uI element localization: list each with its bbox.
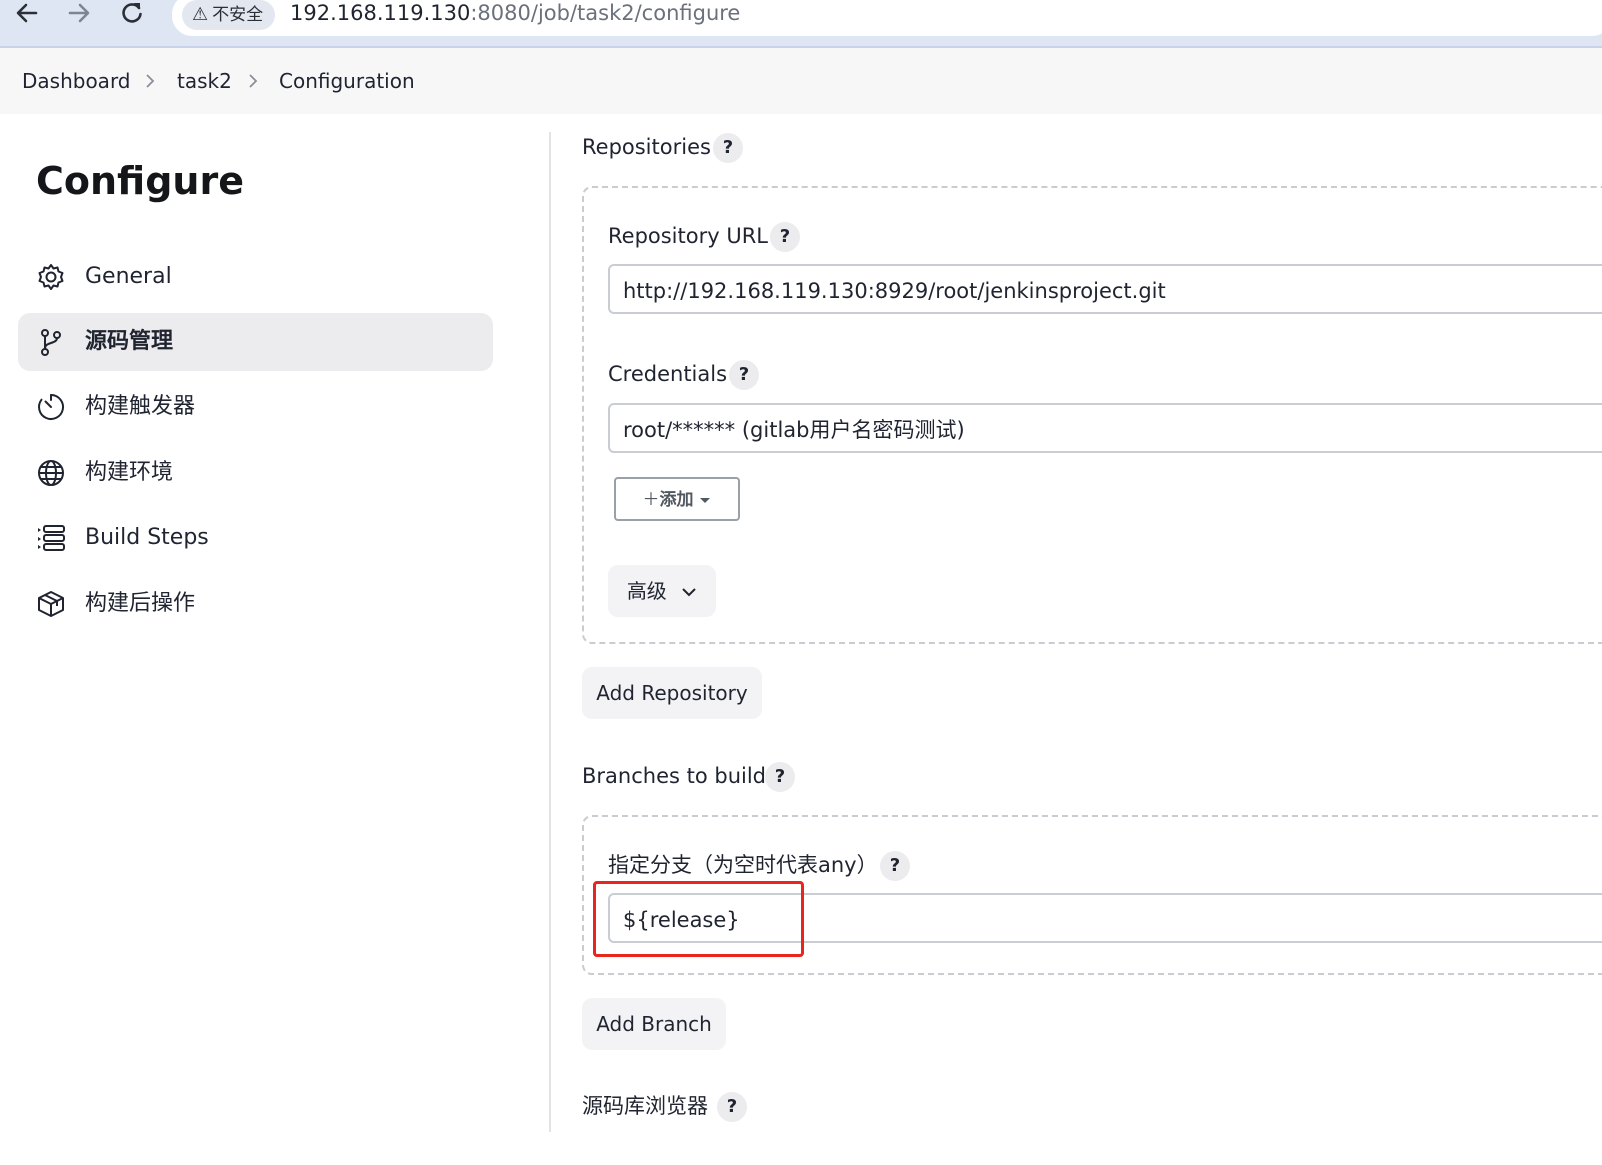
repository-url-label: Repository URL	[608, 224, 769, 248]
plus-icon: ＋	[642, 490, 660, 510]
help-icon[interactable]: ?	[880, 851, 910, 881]
sidebar-item-label: Build Steps	[85, 525, 209, 550]
sidebar-item-build-triggers[interactable]: 构建触发器	[18, 378, 493, 436]
add-button-label: 添加	[659, 490, 694, 510]
credentials-select[interactable]: root/****** (gitlab用户名密码测试)	[608, 403, 1602, 453]
repository-browser-label: 源码库浏览器	[582, 1094, 708, 1118]
branch-specifier-label: 指定分支（为空时代表any）	[608, 853, 878, 877]
package-icon	[36, 589, 66, 619]
advanced-button[interactable]: 高级	[608, 565, 716, 617]
help-icon[interactable]: ?	[717, 1092, 747, 1122]
repository-url-input[interactable]: http://192.168.119.130:8929/root/jenkins…	[608, 264, 1602, 314]
sidebar-item-label: 源码管理	[85, 329, 174, 354]
breadcrumb-task2[interactable]: task2	[177, 68, 232, 94]
security-chip[interactable]: ⚠ 不安全	[182, 0, 276, 30]
annotation-highlight	[593, 881, 804, 957]
advanced-label: 高级	[626, 579, 667, 603]
page-title: Configure	[36, 159, 244, 203]
sidebar-item-label: 构建后操作	[85, 591, 196, 616]
globe-icon	[36, 458, 66, 488]
help-icon[interactable]: ?	[765, 762, 795, 792]
help-icon[interactable]: ?	[770, 222, 800, 252]
timer-icon	[36, 392, 66, 422]
arrow-right-icon[interactable]	[61, 0, 97, 30]
chevron-right-icon	[247, 68, 259, 100]
add-branch-button[interactable]: Add Branch	[582, 998, 726, 1050]
sidebar-divider	[549, 132, 551, 1132]
sidebar-item-label: 构建触发器	[85, 394, 196, 419]
url-path: :8080/job/task2/configure	[470, 1, 741, 25]
add-credentials-button[interactable]: ＋添加	[614, 477, 740, 521]
bottom-fade	[551, 1128, 1602, 1165]
repositories-label: Repositories	[582, 135, 711, 159]
browser-address-bar: ⚠ 不安全 192.168.119.130:8080/job/task2/conf…	[0, 0, 1602, 48]
credentials-label: Credentials	[608, 362, 728, 386]
branch-icon	[36, 327, 66, 357]
chevron-right-icon	[144, 68, 156, 100]
warning-icon: ⚠	[192, 4, 209, 25]
branches-to-build-label: Branches to build	[582, 764, 767, 788]
sidebar-item-scm[interactable]: 源码管理	[18, 313, 493, 371]
help-icon[interactable]: ?	[729, 360, 759, 390]
chevron-down-icon	[681, 579, 697, 603]
sidebar-item-post-build[interactable]: 构建后操作	[18, 575, 493, 633]
url-host: 192.168.119.130	[290, 1, 471, 25]
breadcrumb: Dashboard task2 Configuration	[0, 48, 1602, 114]
breadcrumb-configuration[interactable]: Configuration	[279, 68, 415, 94]
arrow-left-icon[interactable]	[9, 0, 45, 30]
sidebar-item-build-environment[interactable]: 构建环境	[18, 444, 493, 502]
sidebar-item-general[interactable]: General	[18, 248, 493, 306]
reload-icon[interactable]	[114, 0, 150, 30]
gear-icon	[36, 262, 66, 292]
add-repository-button[interactable]: Add Repository	[582, 667, 762, 719]
list-icon	[36, 523, 66, 553]
sidebar-item-label: 构建环境	[85, 460, 174, 485]
url-text[interactable]: 192.168.119.130:8080/job/task2/configure	[290, 0, 740, 28]
sidebar-item-build-steps[interactable]: Build Steps	[18, 509, 493, 567]
help-icon[interactable]: ?	[713, 133, 743, 163]
caret-down-icon	[699, 490, 711, 510]
breadcrumb-dashboard[interactable]: Dashboard	[22, 68, 131, 94]
url-bar[interactable]: ⚠ 不安全 192.168.119.130:8080/job/task2/conf…	[172, 0, 1602, 36]
sidebar-item-label: General	[85, 264, 172, 289]
security-label: 不安全	[212, 5, 264, 25]
